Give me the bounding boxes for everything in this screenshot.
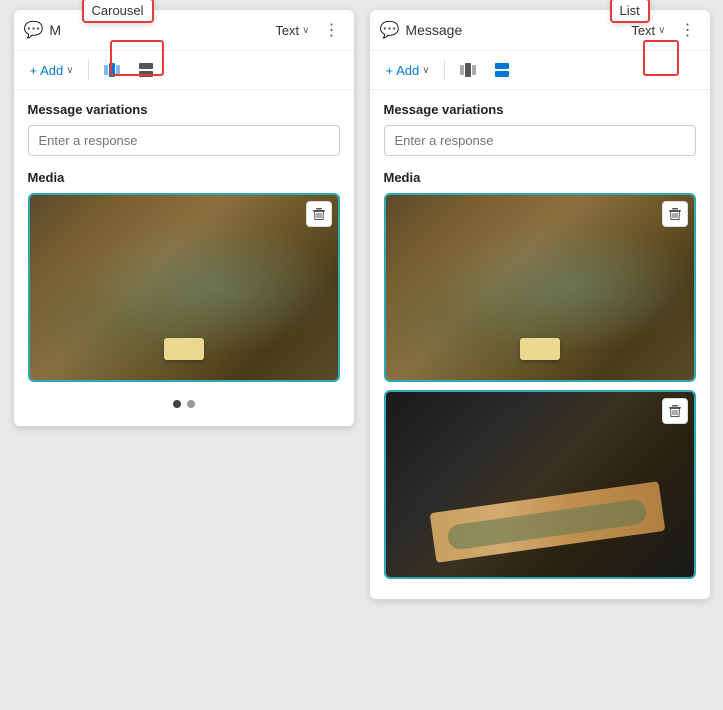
add-chevron-icon-2: ∨ (422, 65, 429, 76)
list-view-button[interactable] (131, 57, 161, 83)
fish-image (386, 392, 694, 577)
panel-content-2: Message variations Media (370, 90, 710, 599)
toolbar: + Add ∨ (14, 51, 354, 90)
panel-title: M (49, 22, 265, 38)
add-button-2[interactable]: + Add ∨ (380, 60, 436, 81)
response-input[interactable] (28, 125, 340, 156)
message-variations-label: Message variations (28, 102, 340, 117)
add-chevron-icon: ∨ (66, 65, 73, 76)
trash-icon-2 (668, 207, 682, 221)
delete-media-1-button[interactable] (306, 201, 332, 227)
carousel-view-button[interactable] (97, 57, 127, 83)
carousel-panel: Carousel 💬 M Text ∨ ⋮ + Add ∨ (14, 10, 354, 426)
message-variations-label-2: Message variations (384, 102, 696, 117)
media-item-1 (28, 193, 340, 382)
dot-2[interactable] (187, 400, 195, 408)
media-label: Media (28, 170, 340, 185)
plus-icon-2: + (386, 63, 394, 78)
panel-content: Message variations Media (14, 90, 354, 426)
chat-icon: 💬 (24, 20, 44, 40)
media-item-2-1 (384, 193, 696, 382)
dot-1[interactable] (173, 400, 181, 408)
more-icon[interactable]: ⋮ (320, 18, 344, 42)
aerial-image-2 (386, 195, 694, 380)
carousel-icon-2 (459, 61, 477, 79)
chat-icon-2: 💬 (380, 20, 400, 40)
delete-media-2-1-button[interactable] (662, 201, 688, 227)
list-tooltip: List (610, 0, 650, 23)
more-icon-2[interactable]: ⋮ (676, 18, 700, 42)
trash-icon-3 (668, 404, 682, 418)
text-button-2[interactable]: Text ∨ (627, 21, 669, 40)
aerial-image (30, 195, 338, 380)
toolbar-separator-2 (444, 60, 445, 80)
media-label-2: Media (384, 170, 696, 185)
list-view-button-2[interactable] (487, 57, 517, 83)
carousel-dots (28, 390, 340, 414)
list-icon-2 (493, 61, 511, 79)
text-button[interactable]: Text ∨ (271, 21, 313, 40)
carousel-icon (103, 61, 121, 79)
response-input-2[interactable] (384, 125, 696, 156)
delete-media-2-2-button[interactable] (662, 398, 688, 424)
trash-icon (312, 207, 326, 221)
plus-icon: + (30, 63, 38, 78)
chevron-down-icon-2: ∨ (658, 25, 665, 36)
panel-header: 💬 M Text ∨ ⋮ (14, 10, 354, 51)
carousel-tooltip: Carousel (82, 0, 154, 23)
add-button[interactable]: + Add ∨ (24, 60, 80, 81)
carousel-view-button-2[interactable] (453, 57, 483, 83)
media-item-2-2 (384, 390, 696, 579)
chevron-down-icon: ∨ (302, 25, 309, 36)
panel-title-2: Message (405, 22, 621, 38)
toolbar-2: + Add ∨ (370, 51, 710, 90)
list-icon (137, 61, 155, 79)
panel-header-2: 💬 Message Text ∨ ⋮ (370, 10, 710, 51)
toolbar-separator (88, 60, 89, 80)
list-panel: List 💬 Message Text ∨ ⋮ + Add ∨ (370, 10, 710, 599)
